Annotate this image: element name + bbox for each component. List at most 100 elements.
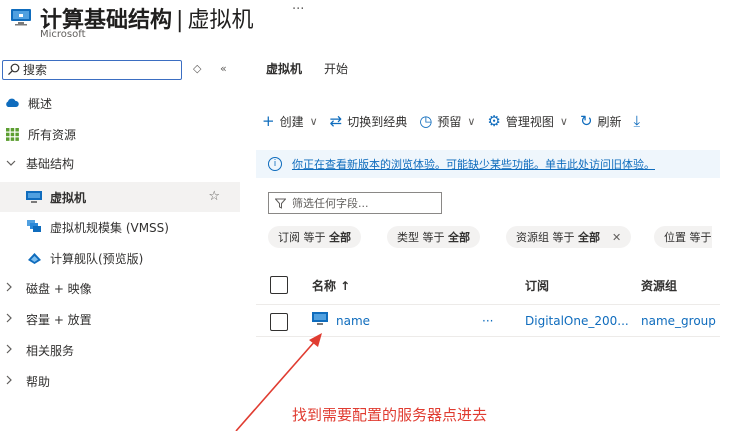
chevron-right-icon [6,375,16,388]
pill-key: 类型 [397,231,419,244]
page-title-separator: | [176,8,184,33]
divider [256,336,720,337]
info-icon: i [268,157,282,171]
search-input[interactable] [23,62,173,78]
vm-name-link[interactable]: name [336,314,370,328]
filter-pill-location[interactable]: 位置 等于 [654,226,712,248]
switch-to-classic-button[interactable]: ⇄ 切换到经典 [330,112,408,130]
gear-icon: ⚙ [487,112,501,130]
grid-icon [4,126,20,142]
info-banner: i 你正在查看新版本的浏览体验。可能缺少某些功能。单击此处访问旧体验。 [256,150,720,178]
filter-pill-type[interactable]: 类型 等于 全部 [387,226,480,248]
toolbar-label: 刷新 [597,114,622,129]
filter-input[interactable] [292,196,432,210]
toolbar-label: 预留 [437,114,462,129]
search-icon [8,63,20,76]
chevron-down-icon: ∨ [559,114,568,128]
pill-key: 订阅 [278,231,300,244]
sidebar-item-label: 帮助 [26,374,51,389]
vm-icon [312,312,328,325]
sidebar-item-vmss[interactable]: 虚拟机规模集 (VMSS) [0,212,240,242]
pill-op: 等于 [422,231,445,244]
pill-key: 位置 [664,231,686,244]
row-checkbox[interactable] [270,313,288,331]
chevron-right-icon [6,313,16,326]
column-header-subscription[interactable]: 订阅 [525,277,549,294]
sidebar-group-capacity-placement[interactable]: 容量 + 放置 [0,304,240,334]
pill-key: 资源组 [516,231,549,244]
tab-bar: 虚拟机 开始 [266,60,348,82]
select-all-checkbox[interactable] [270,276,288,294]
sidebar-item-label: 容量 + 放置 [26,312,92,327]
filter-icon [275,198,286,209]
sidebar-item-overview[interactable]: 概述 [0,88,240,118]
page-subtitle: Microsoft [40,29,86,40]
clock-icon: ◷ [419,112,433,130]
tab-get-started[interactable]: 开始 [324,60,348,82]
collapse-sidebar-icon[interactable]: « [220,62,227,75]
filter-field[interactable] [268,192,442,214]
pill-op: 等于 [552,231,575,244]
plus-icon: + [262,112,275,130]
sidebar-group-help[interactable]: 帮助 [0,366,240,396]
switch-icon: ⇄ [329,112,343,130]
chevron-down-icon: ∨ [467,114,476,128]
sidebar-group-related-services[interactable]: 相关服务 [0,335,240,365]
chevron-down-icon [6,157,16,170]
tab-virtual-machines[interactable]: 虚拟机 [266,60,302,82]
sidebar-item-virtual-machines[interactable]: 虚拟机 ☆ [0,182,240,212]
sidebar-item-label: 概述 [28,96,53,111]
toolbar-label: 管理视图 [505,114,554,129]
command-bar: + 创建 ∨ ⇄ 切换到经典 ◷ 预留 ∨ ⚙ 管理视图 ∨ ↻ 刷新 ⤓ [262,112,657,130]
sidebar-search[interactable] [2,60,182,80]
refresh-button[interactable]: ↻ 刷新 [580,112,622,130]
sidebar-item-compute-fleet[interactable]: 计算舰队(预览版) [0,243,240,273]
sidebar-item-label: 计算舰队(预览版) [50,251,144,266]
sidebar-item-label: 相关服务 [26,343,75,358]
pill-op: 等于 [689,231,712,244]
vm-icon [11,9,31,26]
fleet-icon [26,250,42,266]
refresh-icon: ↻ [579,112,593,130]
toolbar-label: 创建 [279,114,304,129]
vmss-icon [26,219,42,235]
divider [256,304,720,305]
pill-value: 全部 [578,231,600,244]
sidebar-item-label: 所有资源 [28,127,77,142]
sidebar-item-label: 虚拟机 [50,190,87,205]
chevron-right-icon [6,282,16,295]
sidebar-item-all-resources[interactable]: 所有资源 [0,119,240,149]
favorite-star-icon[interactable]: ☆ [208,189,220,204]
sidebar-item-label: 基础结构 [26,156,75,171]
page-title-section: 虚拟机 [187,8,254,33]
pill-op: 等于 [303,231,326,244]
chevron-right-icon [6,344,16,357]
cloud-icon [4,95,20,111]
create-button[interactable]: + 创建 ∨ [262,112,318,130]
download-icon: ⤓ [633,112,641,130]
toolbar-label: 切换到经典 [347,114,408,129]
column-header-name[interactable]: 名称 ↑ [312,277,350,294]
subscription-link[interactable]: DigitalOne_200... [525,314,629,328]
sidebar-group-infrastructure[interactable]: 基础结构 [0,148,240,178]
chevron-down-icon: ∨ [309,114,318,128]
vm-icon [26,189,42,205]
column-header-resource-group[interactable]: 资源组 [641,277,677,294]
sidebar-item-label: 磁盘 + 映像 [26,281,92,296]
sidebar-group-disks-images[interactable]: 磁盘 + 映像 [0,273,240,303]
sidebar-toggle-icon[interactable]: ◇ [193,62,201,75]
filter-pill-subscription[interactable]: 订阅 等于 全部 [268,226,361,248]
pill-value: 全部 [448,231,470,244]
filter-pill-resource-group[interactable]: 资源组 等于 全部 ✕ [506,226,632,248]
resource-group-link[interactable]: name_group [641,314,716,328]
reservations-button[interactable]: ◷ 预留 ∨ [419,112,475,130]
download-button[interactable]: ⤓ [634,112,646,130]
more-options-button[interactable]: ··· [292,2,304,17]
manage-view-button[interactable]: ⚙ 管理视图 ∨ [487,112,568,130]
sidebar-item-label: 虚拟机规模集 (VMSS) [50,220,169,235]
annotation-text: 找到需要配置的服务器点进去 [292,406,488,424]
pill-value: 全部 [329,231,351,244]
old-experience-link[interactable]: 你正在查看新版本的浏览体验。可能缺少某些功能。单击此处访问旧体验。 [292,156,655,172]
close-icon[interactable]: ✕ [612,231,621,244]
row-more-button[interactable]: ··· [482,314,493,328]
